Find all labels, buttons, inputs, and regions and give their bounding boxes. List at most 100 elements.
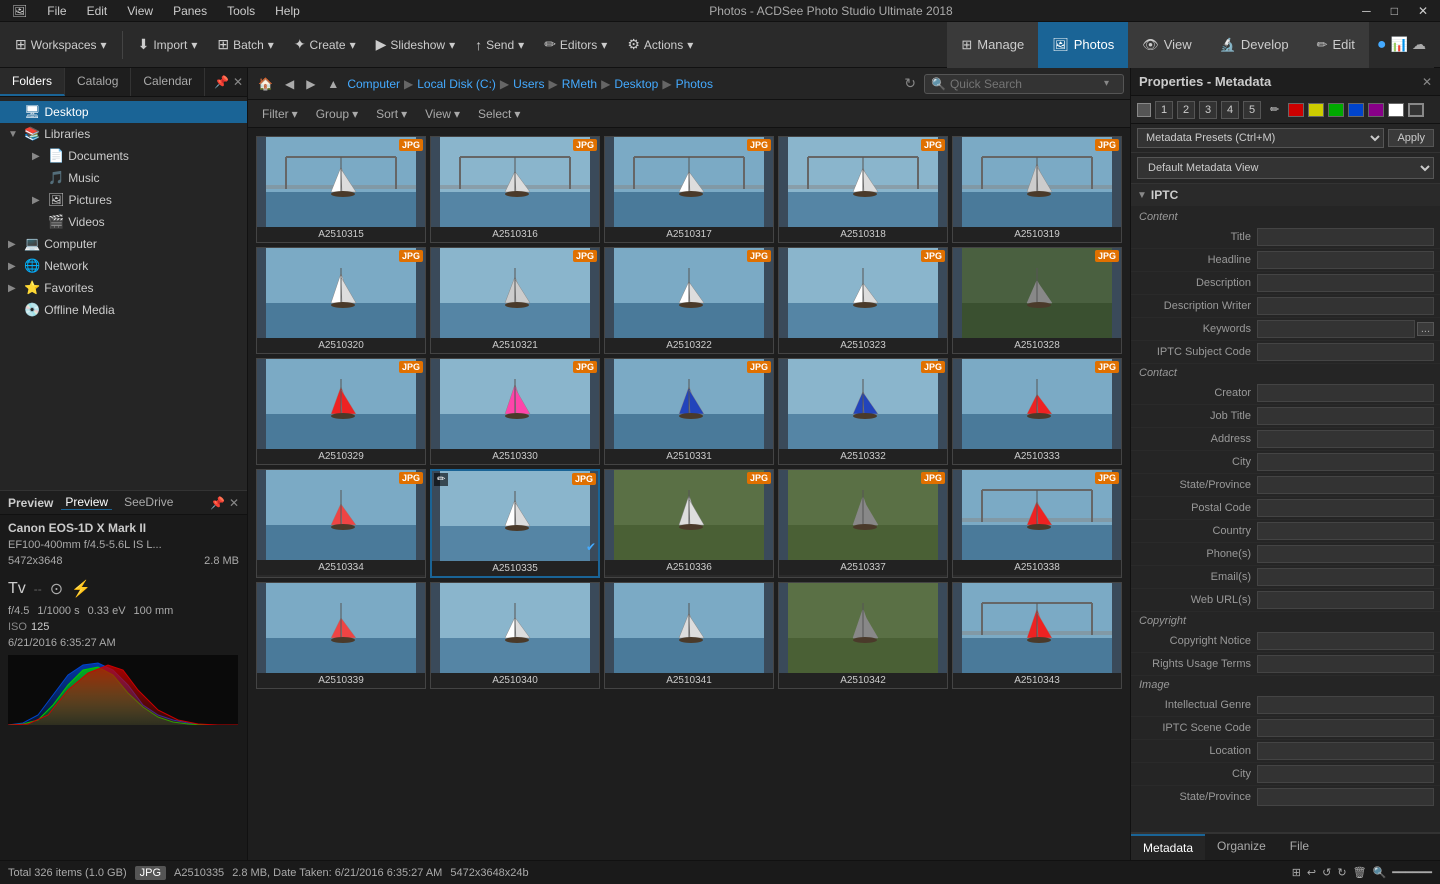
bottom-tab-organize[interactable]: Organize xyxy=(1205,834,1278,860)
window-close[interactable]: ✕ xyxy=(1414,4,1432,18)
meta-checkbox[interactable] xyxy=(1137,103,1151,117)
thumb-item[interactable]: A2510343 xyxy=(952,582,1122,689)
thumb-item[interactable]: JPG A2510333 xyxy=(952,358,1122,465)
thumb-item[interactable]: JPG A2510330 xyxy=(430,358,600,465)
field-input-iptc-scene[interactable] xyxy=(1257,719,1434,737)
field-input-city[interactable] xyxy=(1257,453,1434,471)
thumb-item[interactable]: JPG A2510319 xyxy=(952,136,1122,243)
nav-path-computer[interactable]: Computer xyxy=(347,77,400,91)
preview-pin-icon[interactable]: 📌 xyxy=(210,496,225,510)
field-input-country[interactable] xyxy=(1257,522,1434,540)
tree-item-desktop[interactable]: 🖥 Desktop xyxy=(0,101,247,123)
field-input-job-title[interactable] xyxy=(1257,407,1434,425)
nav-refresh-icon[interactable]: ↻ xyxy=(904,75,916,92)
bottom-tab-file[interactable]: File xyxy=(1278,834,1321,860)
nav-up-icon[interactable]: ▲ xyxy=(323,75,343,93)
panel-pin-icon[interactable]: 📌 xyxy=(214,75,229,89)
window-minimize[interactable]: ─ xyxy=(1358,4,1375,18)
batch-button[interactable]: ⊞ Batch ▾ xyxy=(208,29,282,61)
keywords-browse-button[interactable]: ... xyxy=(1417,322,1434,336)
select-button[interactable]: Select ▾ xyxy=(472,105,526,123)
thumb-item[interactable]: JPG ✏ ✔ A2510335 xyxy=(430,469,600,578)
color-blue[interactable] xyxy=(1348,103,1364,117)
action-rotate-right-icon[interactable]: ↻ xyxy=(1337,866,1346,879)
thumb-item[interactable]: A2510340 xyxy=(430,582,600,689)
send-button[interactable]: ↑ Send ▾ xyxy=(466,29,533,61)
rating-1[interactable]: 1 xyxy=(1155,101,1173,119)
metadata-view-select[interactable]: Default Metadata View xyxy=(1137,157,1434,179)
group-button[interactable]: Group ▾ xyxy=(310,105,364,123)
field-input-weburl[interactable] xyxy=(1257,591,1434,609)
field-input-phone[interactable] xyxy=(1257,545,1434,563)
nav-home-icon[interactable]: 🏠 xyxy=(254,75,277,93)
color-green[interactable] xyxy=(1328,103,1344,117)
workspaces-button[interactable]: ⊞ Workspaces ▾ xyxy=(6,29,116,61)
field-input-desc-writer[interactable] xyxy=(1257,297,1434,315)
props-close-icon[interactable]: ✕ xyxy=(1422,75,1432,89)
thumb-item[interactable]: JPG A2510323 xyxy=(778,247,948,354)
rating-2[interactable]: 2 xyxy=(1177,101,1195,119)
field-input-rights-usage[interactable] xyxy=(1257,655,1434,673)
field-input-location[interactable] xyxy=(1257,742,1434,760)
tree-item-documents[interactable]: ▶ 📄 Documents xyxy=(0,145,247,167)
field-input-iptc-subject[interactable] xyxy=(1257,343,1434,361)
tree-item-pictures[interactable]: ▶ 🖼 Pictures xyxy=(0,189,247,211)
slideshow-button[interactable]: ▶ Slideshow ▾ xyxy=(367,29,465,61)
action-copy-icon[interactable]: ⊞ xyxy=(1292,866,1301,879)
thumb-item[interactable]: JPG A2510316 xyxy=(430,136,600,243)
field-input-description[interactable] xyxy=(1257,274,1434,292)
thumb-item[interactable]: JPG A2510328 xyxy=(952,247,1122,354)
thumb-item[interactable]: A2510339 xyxy=(256,582,426,689)
tab-catalog[interactable]: Catalog xyxy=(65,68,131,96)
bottom-tab-metadata[interactable]: Metadata xyxy=(1131,834,1205,860)
import-button[interactable]: ⬇ Import ▾ xyxy=(129,29,207,61)
menu-tools[interactable]: Tools xyxy=(223,4,259,18)
tree-item-libraries[interactable]: ▼ 📚 Libraries xyxy=(0,123,247,145)
nav-path-localdisk[interactable]: Local Disk (C:) xyxy=(417,77,496,91)
metadata-preset-select[interactable]: Metadata Presets (Ctrl+M) xyxy=(1137,128,1384,148)
search-input[interactable] xyxy=(950,77,1100,91)
panel-close-icon[interactable]: ✕ xyxy=(233,75,243,89)
tab-folders[interactable]: Folders xyxy=(0,68,65,96)
field-input-keywords[interactable] xyxy=(1257,320,1415,338)
tree-item-computer[interactable]: ▶ 💻 Computer xyxy=(0,233,247,255)
field-input-image-city[interactable] xyxy=(1257,765,1434,783)
preview-tab-seedrive[interactable]: SeeDrive xyxy=(120,495,177,510)
color-empty[interactable] xyxy=(1408,103,1424,117)
field-input-creator[interactable] xyxy=(1257,384,1434,402)
nav-path-users[interactable]: Users xyxy=(513,77,544,91)
thumb-item[interactable]: JPG A2510315 xyxy=(256,136,426,243)
tree-item-videos[interactable]: 🎬 Videos xyxy=(0,211,247,233)
thumb-item[interactable]: JPG A2510321 xyxy=(430,247,600,354)
field-input-email[interactable] xyxy=(1257,568,1434,586)
thumb-item[interactable]: A2510341 xyxy=(604,582,774,689)
menu-edit[interactable]: Edit xyxy=(83,4,112,18)
sort-button[interactable]: Sort ▾ xyxy=(370,105,413,123)
field-input-title[interactable] xyxy=(1257,228,1434,246)
color-white[interactable] xyxy=(1388,103,1404,117)
rating-4[interactable]: 4 xyxy=(1221,101,1239,119)
mode-develop[interactable]: 🔬 Develop xyxy=(1206,22,1303,68)
apply-button[interactable]: Apply xyxy=(1388,129,1434,147)
action-delete-icon[interactable]: 🗑 xyxy=(1353,866,1367,879)
tree-item-network[interactable]: ▶ 🌐 Network xyxy=(0,255,247,277)
rating-3[interactable]: 3 xyxy=(1199,101,1217,119)
thumb-item[interactable]: JPG A2510329 xyxy=(256,358,426,465)
thumb-item[interactable]: JPG A2510338 xyxy=(952,469,1122,578)
editors-button[interactable]: ✏ Editors ▾ xyxy=(535,29,616,61)
field-input-copyright-notice[interactable] xyxy=(1257,632,1434,650)
filter-button[interactable]: Filter ▾ xyxy=(256,105,304,123)
actions-button[interactable]: ⚙ Actions ▾ xyxy=(618,29,702,61)
color-yellow[interactable] xyxy=(1308,103,1324,117)
mode-photos[interactable]: 🖼 Photos xyxy=(1038,22,1128,68)
field-input-image-state[interactable] xyxy=(1257,788,1434,806)
action-zoom-icon[interactable]: 🔍 xyxy=(1373,866,1387,879)
menu-file[interactable]: File xyxy=(43,4,70,18)
thumb-item[interactable]: JPG A2510322 xyxy=(604,247,774,354)
field-input-postal[interactable] xyxy=(1257,499,1434,517)
color-purple[interactable] xyxy=(1368,103,1384,117)
create-button[interactable]: ✦ Create ▾ xyxy=(285,29,365,61)
view-button[interactable]: View ▾ xyxy=(419,105,466,123)
thumb-item[interactable]: JPG A2510337 xyxy=(778,469,948,578)
nav-path-photos[interactable]: Photos xyxy=(676,77,713,91)
